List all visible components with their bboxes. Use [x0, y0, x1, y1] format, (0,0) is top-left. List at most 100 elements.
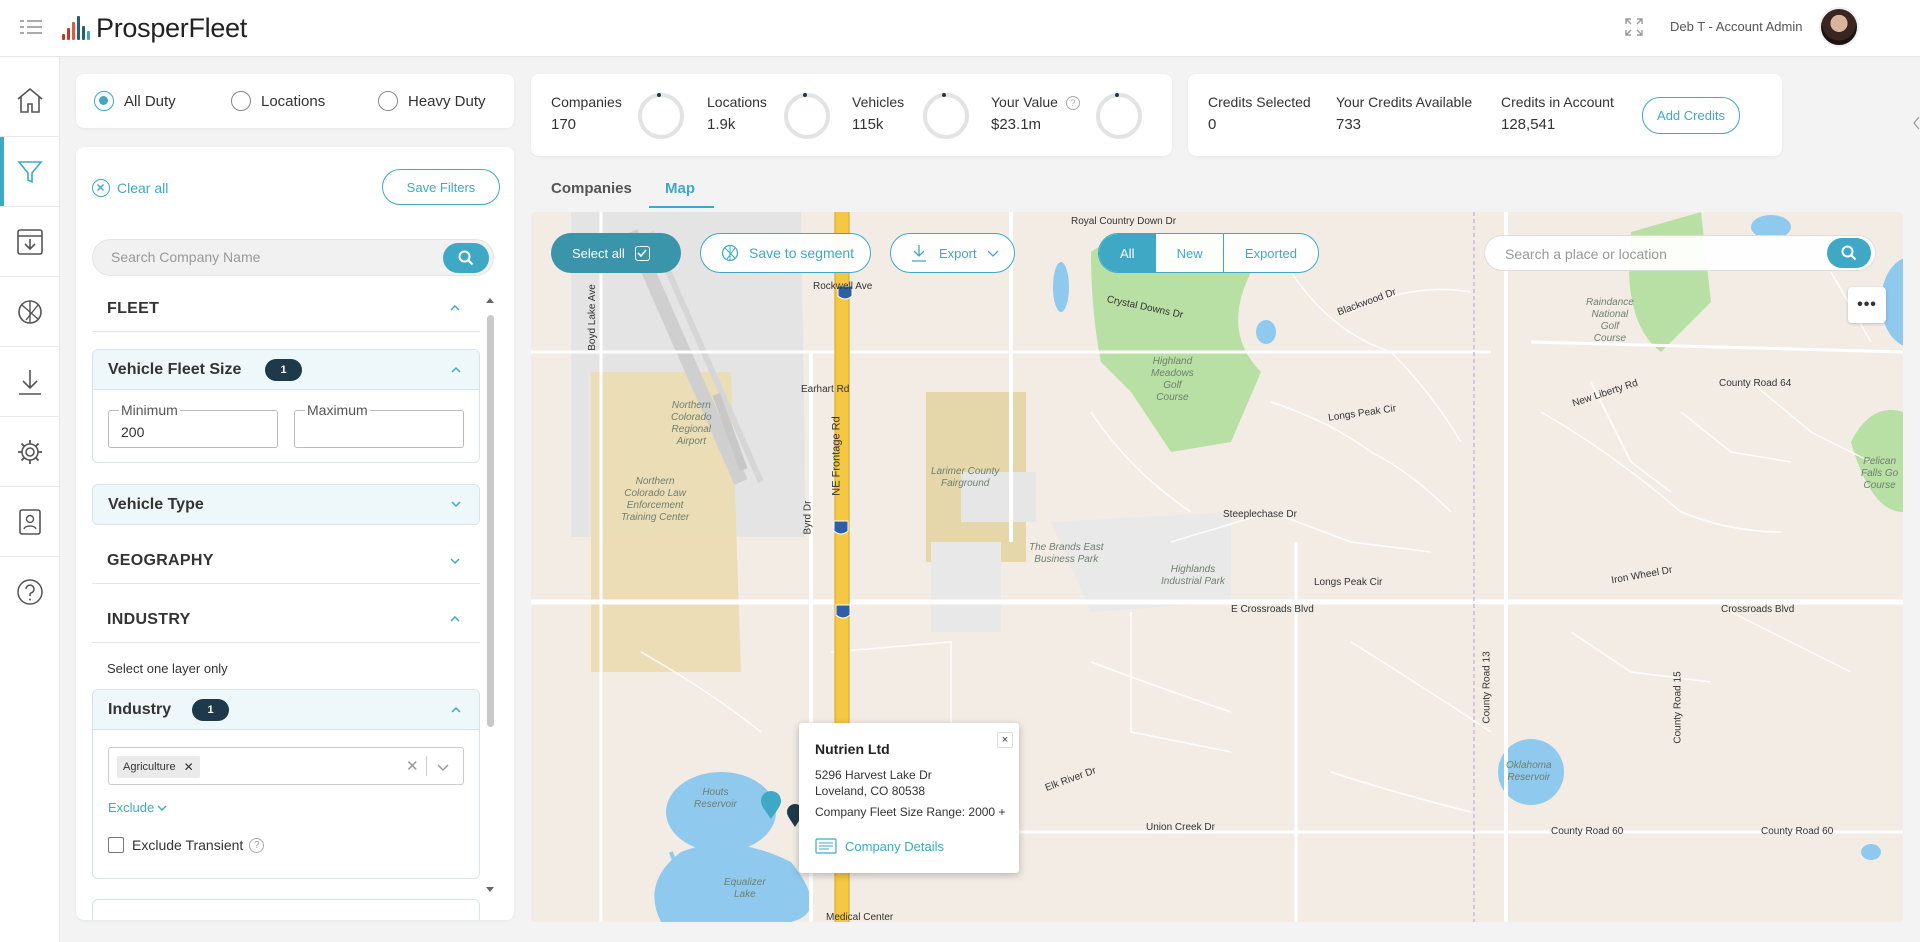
map-label: County Road 60	[1761, 826, 1834, 837]
sidebar-item-filter[interactable]	[0, 137, 60, 206]
user-name[interactable]: Deb T - Account Admin	[1670, 19, 1802, 34]
place-search-button[interactable]	[1827, 238, 1871, 268]
save-filters-button[interactable]: Save Filters	[382, 169, 500, 205]
filter-title: Industry	[108, 701, 172, 718]
companies-donut-chart	[638, 93, 684, 139]
segment-all[interactable]: All	[1099, 234, 1157, 272]
industry-select[interactable]: Agriculture ✕ ✕	[108, 747, 464, 785]
stat-label: Credits Selected	[1208, 94, 1311, 110]
save-to-segment-button[interactable]: Save to segment	[700, 233, 871, 273]
export-button[interactable]: Export	[890, 233, 1015, 273]
map-label: NE Frontage Rd	[830, 416, 843, 496]
stat-value: 1.9k	[707, 116, 736, 133]
filter-title: Vehicle Type	[108, 496, 204, 513]
vehicle-type-filter[interactable]: Vehicle Type	[92, 484, 480, 525]
radio-all-duty[interactable]: All Duty	[94, 91, 176, 111]
radio-locations[interactable]: Locations	[231, 91, 325, 111]
menu-icon[interactable]	[20, 18, 42, 34]
sidebar-item-segments[interactable]	[0, 277, 60, 346]
clear-icon[interactable]: ✕	[406, 757, 419, 775]
chevron-up-icon[interactable]	[450, 303, 460, 313]
sidebar-item-help[interactable]	[0, 557, 60, 626]
save-to-segment-label: Save to segment	[749, 245, 855, 261]
section-industry[interactable]: INDUSTRY	[107, 611, 191, 629]
clear-all-button[interactable]: Clear all	[92, 179, 168, 197]
chevron-down-icon[interactable]	[437, 761, 449, 773]
info-icon[interactable]: ?	[249, 837, 265, 853]
map-view[interactable]: Royal Country Down Dr Rockwell Ave Cryst…	[531, 212, 1903, 922]
company-address-line2: Loveland, CO 80538	[815, 784, 926, 798]
chip-remove-icon[interactable]: ✕	[184, 760, 194, 774]
sidebar-item-downloads[interactable]	[0, 347, 60, 416]
radio-unchecked-icon	[231, 91, 251, 111]
credits-in-account: Credits in Account 128,541	[1501, 94, 1614, 133]
select-all-label: Select all	[572, 245, 625, 261]
app-name: ProsperFleet	[96, 12, 247, 43]
info-icon[interactable]: ?	[1065, 96, 1080, 111]
industry-header[interactable]: Industry 1	[93, 690, 479, 730]
company-search-button[interactable]	[443, 243, 489, 273]
stat-your-value: Your Value ? $23.1m	[991, 94, 1080, 133]
map-label: Houts Reservoir	[694, 787, 737, 810]
company-search-input[interactable]	[111, 249, 431, 265]
download-icon	[19, 369, 41, 395]
place-search	[1484, 235, 1876, 271]
clear-all-label: Clear all	[117, 180, 169, 196]
sidebar-item-import[interactable]	[0, 207, 60, 276]
details-card-icon	[815, 838, 837, 854]
contact-card-icon	[19, 508, 41, 535]
map-label: County Road 60	[1551, 826, 1624, 837]
company-details-link[interactable]: Company Details	[815, 838, 944, 854]
chevron-down-icon	[451, 501, 461, 508]
avatar[interactable]	[1819, 7, 1859, 47]
add-credits-button[interactable]: Add Credits	[1642, 97, 1740, 134]
fullscreen-icon[interactable]	[1625, 18, 1643, 36]
vehicle-fleet-size-header[interactable]: Vehicle Fleet Size 1	[93, 350, 479, 390]
tab-companies[interactable]: Companies	[551, 180, 632, 197]
collapse-handle-icon[interactable]	[1912, 116, 1920, 130]
map-label: County Road 15	[1672, 671, 1684, 744]
chevron-down-icon[interactable]	[450, 556, 460, 566]
map-label: County Road 13	[1481, 651, 1493, 724]
radio-label: All Duty	[124, 92, 176, 110]
map-label: Highland Meadows Golf Course	[1151, 356, 1194, 403]
logo[interactable]: ProsperFleet	[60, 10, 247, 46]
maximum-field[interactable]: Maximum	[294, 402, 464, 448]
value-donut-chart	[1096, 93, 1142, 139]
segment-new[interactable]: New	[1156, 234, 1224, 272]
stat-label: Your Credits Available	[1336, 94, 1473, 110]
place-search-input[interactable]	[1505, 246, 1805, 262]
exclude-toggle[interactable]: Exclude	[108, 800, 167, 815]
map-label: Union Creek Dr	[1146, 822, 1215, 833]
sidebar	[0, 57, 60, 942]
more-options-button[interactable]: •••	[1848, 287, 1886, 323]
minimum-field[interactable]: Minimum 200	[108, 402, 278, 448]
map-pin-icon[interactable]	[759, 790, 783, 820]
vehicle-fleet-size-filter: Vehicle Fleet Size 1 Minimum 200 Maximum	[92, 349, 480, 463]
stat-value: 170	[551, 116, 577, 133]
count-badge: 1	[192, 699, 229, 721]
stat-value: $23.1m	[991, 116, 1042, 134]
sidebar-item-settings[interactable]	[0, 417, 60, 486]
exclude-transient-checkbox[interactable]: Exclude Transient ?	[108, 837, 265, 853]
segment-exported[interactable]: Exported	[1224, 234, 1318, 272]
select-all-button[interactable]: Select all	[551, 233, 681, 273]
section-geography[interactable]: GEOGRAPHY	[107, 552, 214, 570]
download-icon	[912, 245, 926, 262]
next-filter-section	[92, 899, 480, 920]
export-label: Export	[939, 245, 977, 261]
company-search	[92, 239, 494, 276]
map-label: Northern Colorado Regional Airport	[671, 400, 712, 447]
radio-heavy-duty[interactable]: Heavy Duty	[378, 91, 486, 111]
sidebar-item-contacts[interactable]	[0, 487, 60, 556]
scrollbar-thumb[interactable]	[487, 315, 494, 727]
record-filter-segmented: All New Exported	[1098, 233, 1319, 273]
section-fleet[interactable]: FLEET	[107, 300, 159, 318]
map-label: E Crossroads Blvd	[1231, 604, 1314, 615]
tab-map[interactable]: Map	[665, 180, 695, 197]
industry-filter: Industry 1 Agriculture ✕ ✕ Exclude Exclu…	[92, 689, 480, 879]
sidebar-item-home[interactable]	[0, 65, 60, 134]
chevron-up-icon[interactable]	[450, 614, 460, 624]
industry-chip: Agriculture ✕	[117, 756, 200, 778]
close-icon[interactable]: ×	[997, 732, 1013, 748]
